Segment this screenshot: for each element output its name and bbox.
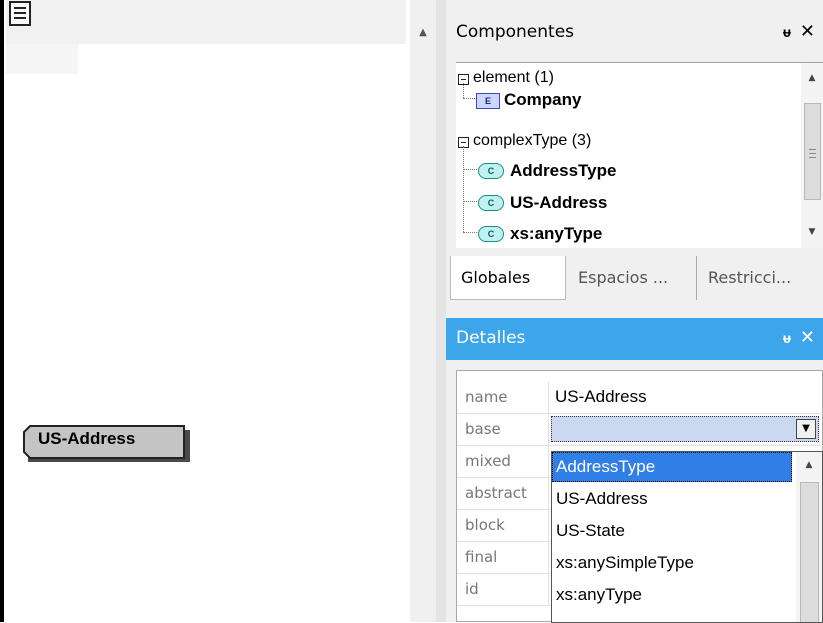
tree-line xyxy=(463,201,477,202)
components-panel-header: Componentes ᵾ ✕ xyxy=(446,12,823,54)
base-dropdown-list[interactable]: AddressType US-Address US-State xs:anySi… xyxy=(551,451,823,623)
tree-item[interactable]: E Company xyxy=(476,90,776,112)
tree-scrollbar[interactable]: ▲ ▼ xyxy=(801,63,823,248)
component-label: US-Address xyxy=(38,429,136,448)
tree-line xyxy=(463,146,464,232)
design-toolbar xyxy=(6,0,406,44)
details-panel-title: Detalles xyxy=(456,328,526,348)
view-border xyxy=(0,0,4,622)
prop-name: final xyxy=(457,541,549,573)
design-view[interactable]: US-Address xyxy=(0,0,410,622)
prop-name: abstract xyxy=(457,477,549,509)
dropdown-option[interactable]: xs:anySimpleType xyxy=(552,548,792,578)
pin-icon[interactable]: ᵾ xyxy=(783,24,791,41)
prop-name: block xyxy=(457,509,549,541)
tree-item-label: US-Address xyxy=(510,193,608,212)
prop-row-name[interactable]: name US-Address xyxy=(457,381,823,414)
dropdown-option[interactable]: US-State xyxy=(552,516,792,546)
tree-group-complextype[interactable]: complexType (3) xyxy=(458,132,758,154)
design-view-scrollbar[interactable]: ▲ xyxy=(410,0,436,622)
tree-line xyxy=(463,232,477,233)
panel-splitter[interactable] xyxy=(436,0,446,622)
close-icon[interactable]: ✕ xyxy=(800,21,815,42)
complextype-icon: C xyxy=(478,163,504,179)
details-grid: name US-Address base mixed abstract bloc… xyxy=(456,370,823,623)
design-toolbar-lip xyxy=(6,44,78,74)
tree-line xyxy=(463,169,477,170)
dropdown-arrow-icon[interactable]: ▼ xyxy=(796,419,816,439)
tree-group-label: element (1) xyxy=(473,69,554,86)
side-panels: Componentes ᵾ ✕ element (1) E Company co… xyxy=(446,0,823,623)
components-tree[interactable]: element (1) E Company complexType (3) C … xyxy=(456,62,823,248)
tree-group-element[interactable]: element (1) xyxy=(458,69,758,91)
tree-item[interactable]: C xs:anyType xyxy=(478,224,778,246)
complextype-icon: C xyxy=(478,195,504,211)
view-toggle-icon[interactable] xyxy=(9,1,31,26)
close-icon[interactable]: ✕ xyxy=(800,327,815,348)
tree-group-label: complexType (3) xyxy=(473,132,592,149)
components-tabs: Globales Espacios ... Restricci... xyxy=(446,256,823,306)
scroll-thumb[interactable] xyxy=(804,103,821,200)
dropdown-option[interactable]: xs:anyType xyxy=(552,580,792,610)
tree-item-label: Company xyxy=(504,90,582,109)
tab-globales[interactable]: Globales xyxy=(450,256,566,300)
prop-value[interactable]: US-Address xyxy=(555,381,647,413)
tree-item-label: xs:anyType xyxy=(510,224,603,243)
scroll-up-icon[interactable]: ▲ xyxy=(796,460,822,470)
prop-name: base xyxy=(457,413,549,445)
pin-icon[interactable]: ᵾ xyxy=(783,330,791,347)
dropdown-option[interactable]: AddressType xyxy=(552,452,792,482)
tree-item-label: AddressType xyxy=(510,161,617,180)
tree-line xyxy=(463,83,464,98)
tree-line xyxy=(463,98,475,99)
us-address-component[interactable]: US-Address xyxy=(22,424,190,462)
scroll-up-icon[interactable]: ▲ xyxy=(801,73,823,83)
prop-name: id xyxy=(457,573,549,605)
prop-name: name xyxy=(457,381,549,413)
components-panel-title: Componentes xyxy=(456,22,575,42)
element-icon: E xyxy=(476,93,500,109)
base-combobox[interactable]: ▼ xyxy=(551,416,819,442)
scroll-thumb[interactable] xyxy=(800,482,819,622)
scroll-down-icon[interactable]: ▼ xyxy=(801,227,823,237)
details-panel-header: Detalles ᵾ ✕ xyxy=(446,318,823,360)
dropdown-scrollbar[interactable]: ▲ xyxy=(796,452,822,622)
dropdown-option[interactable]: US-Address xyxy=(552,484,792,514)
tree-item[interactable]: C AddressType xyxy=(478,161,778,183)
tree-item[interactable]: C US-Address xyxy=(478,193,778,215)
tab-espacios[interactable]: Espacios ... xyxy=(568,256,697,300)
prop-name: mixed xyxy=(457,445,549,477)
tab-restricciones[interactable]: Restricci... xyxy=(698,256,823,300)
scroll-up-icon[interactable]: ▲ xyxy=(410,25,436,41)
complextype-icon: C xyxy=(478,226,504,242)
